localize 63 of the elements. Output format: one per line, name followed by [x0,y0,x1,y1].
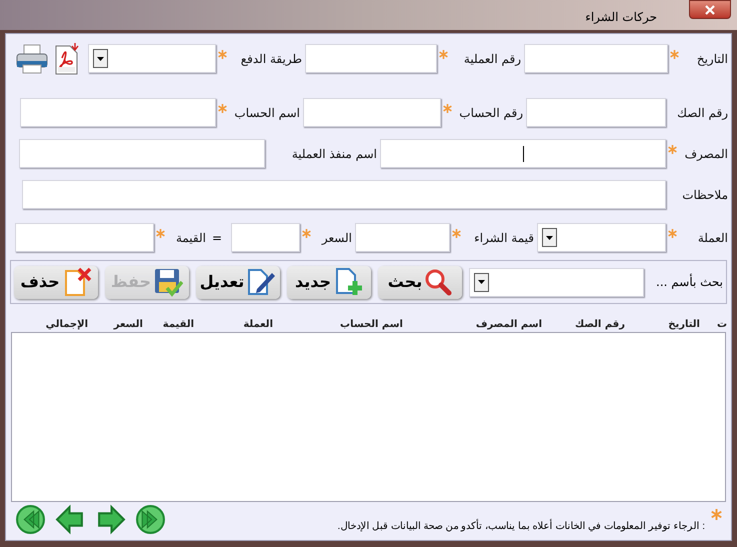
field-label: القيمة [176,230,206,246]
close-icon [704,4,716,14]
input-field[interactable] [524,44,668,73]
input-field[interactable] [22,180,666,209]
dropdown-button[interactable] [474,272,489,292]
field-label: رقم الحساب [459,104,523,122]
caret-icon [546,236,553,240]
printer-icon[interactable] [15,42,49,74]
dropdown-field[interactable] [537,223,666,252]
field-label: رقم الصك [677,104,728,122]
search-label: بحث بأسم ... [655,273,723,291]
field-label: اسم الحساب [234,104,300,122]
field-label: ملاحظات [682,186,728,204]
dropdown-field[interactable] [88,44,216,73]
equals-sign: = [210,230,224,246]
input-field[interactable] [305,44,437,73]
column-header[interactable]: التاريخ [668,316,700,332]
next-arrow-icon[interactable] [95,504,126,535]
field-label: طريقة الدفع [240,50,302,68]
instruction-note: : الرجاء توفير المعلومات في الخانات أعلاه بما يناسب، تأكدو من صحة البيانات قبل الإدخال. [338,519,705,534]
input-field[interactable] [303,98,441,127]
search-button[interactable]: بحث [378,266,462,298]
caret-icon [97,56,104,60]
field-label: السعر [322,230,352,246]
column-header[interactable]: رقم الصك [575,316,625,332]
text-cursor [522,146,524,162]
field-label: المصرف [684,146,728,162]
input-field[interactable] [526,98,666,127]
dropdown-button[interactable] [542,228,557,247]
delete-button[interactable]: حذف [14,266,98,298]
new-document-icon [333,267,364,297]
field-label: قيمة الشراء [474,230,534,246]
required-star-icon [711,509,722,520]
input-field[interactable] [380,139,666,168]
dropdown-button[interactable] [93,49,108,68]
new-button[interactable]: جديد [287,266,371,298]
field-label: اسم منفذ العملية [292,146,377,162]
column-header[interactable]: ت [716,316,727,332]
input-field[interactable] [20,98,216,127]
edit-document-icon [246,267,276,297]
column-header[interactable]: الإجمالي [46,316,88,332]
input-field[interactable] [15,223,154,252]
column-header[interactable]: اسم الحساب [340,316,403,332]
column-header[interactable]: اسم المصرف [476,316,542,332]
input-field[interactable] [231,223,300,252]
window-title: حركات الشراء [585,9,657,26]
pdf-icon[interactable] [53,42,81,76]
field-label: العملة [698,230,728,246]
column-header[interactable]: العملة [243,316,273,332]
search-icon [424,268,452,296]
input-field[interactable] [355,223,450,252]
column-header[interactable]: القيمة [162,316,194,332]
first-page-icon[interactable] [15,504,46,535]
previous-arrow-icon[interactable] [55,504,86,535]
caret-icon [478,280,485,284]
save-icon [153,267,184,297]
input-field[interactable] [19,139,265,168]
last-page-icon[interactable] [135,504,166,535]
edit-button[interactable]: تعديل [196,266,280,298]
column-header[interactable]: السعر [114,316,143,332]
field-label: رقم العملية [464,50,521,68]
field-label: التاريخ [696,50,728,68]
close-button[interactable] [689,0,731,19]
